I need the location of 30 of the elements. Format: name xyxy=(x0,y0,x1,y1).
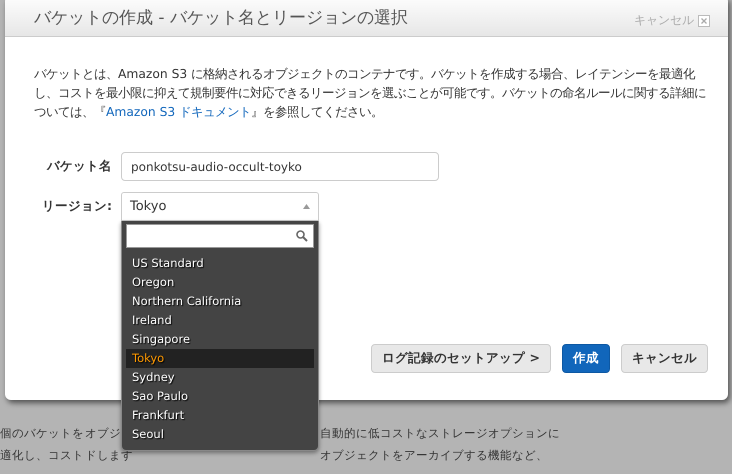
dropdown-option[interactable]: Tokyo xyxy=(126,349,314,368)
dropdown-option[interactable]: Singapore xyxy=(126,330,314,349)
dialog-title: バケットの作成 - バケット名とリージョンの選択 xyxy=(34,7,409,29)
dropdown-option[interactable]: US Standard xyxy=(126,254,314,273)
caret-up-icon xyxy=(303,204,310,209)
dropdown-option[interactable]: Oregon xyxy=(126,273,314,292)
field-label: バケット名 xyxy=(46,158,112,175)
background-text: オブジ xyxy=(85,426,121,441)
background-text: ドします xyxy=(85,448,133,463)
field-label: リージョン: xyxy=(41,198,112,215)
background-text: オブジェクトをアーカイブする機能など、 xyxy=(320,448,548,463)
create-button[interactable]: 作成 xyxy=(562,344,610,373)
description-text: バケットとは、Amazon S3 に格納されるオブジェクトのコンテナです。バケットを作成する場合、レイテンシーを最適化し、コストを最小限に抑えて規制要件に対応できるリージョンを選ぶことが可能です。バケットの命名ルールに関する詳細については、『Amazon S3 ドキュメント』を参照してください。 xyxy=(34,66,706,121)
background-text: 適化し、コスト xyxy=(0,448,84,463)
dropdown-option[interactable]: Ireland xyxy=(126,311,314,330)
dialog-button[interactable]: ログ記録のセットアップ > xyxy=(371,344,551,373)
background-text: 自動的に低コストなストレージオプションに xyxy=(320,426,560,441)
dropdown-option[interactable]: Frankfurt xyxy=(126,406,314,425)
documentation-link[interactable]: Amazon S3 ドキュメント xyxy=(106,105,252,119)
bucket-name-field[interactable]: ponkotsu-audio-occult-toyko xyxy=(121,152,439,181)
search-field[interactable] xyxy=(126,224,314,248)
region-select[interactable]: Tokyo xyxy=(121,192,319,221)
dropdown-option[interactable]: Northern California xyxy=(126,292,314,311)
search-icon xyxy=(296,230,308,242)
dropdown-option[interactable]: Seoul xyxy=(126,425,314,444)
dropdown-option[interactable]: Sydney xyxy=(126,368,314,387)
background-text: 個のバケットを xyxy=(0,426,84,441)
dropdown-option[interactable]: Sao Paulo xyxy=(126,387,314,406)
close-icon xyxy=(698,14,710,26)
dialog-button[interactable]: キャンセル xyxy=(621,344,708,373)
